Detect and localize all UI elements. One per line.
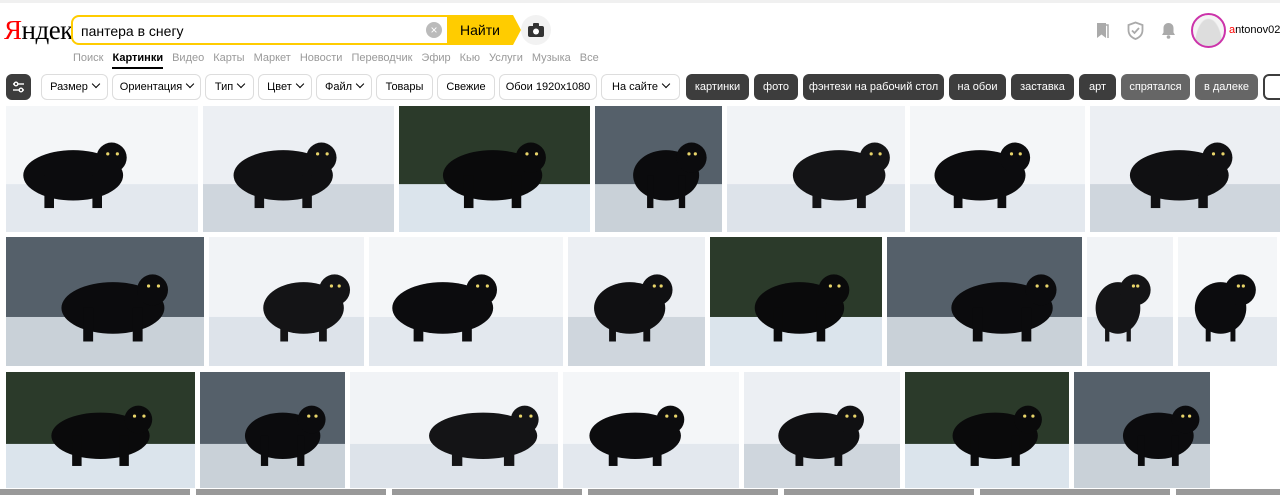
username-rest: ntonov021 — [1235, 24, 1280, 36]
file-filter[interactable]: Файл — [316, 74, 372, 100]
tag-chip[interactable]: картинки — [686, 74, 749, 100]
username: antonov021 — [1229, 24, 1280, 36]
service-link[interactable]: Эфир — [421, 51, 450, 69]
image-result[interactable] — [905, 372, 1069, 488]
chevron-down-icon — [185, 79, 195, 89]
image-search-button[interactable] — [521, 15, 551, 45]
user-menu[interactable]: antonov021 — [1190, 13, 1280, 49]
service-link[interactable]: Новости — [300, 51, 343, 69]
image-result[interactable] — [6, 237, 204, 366]
color-filter[interactable]: Цвет — [258, 74, 312, 100]
filter-settings-button[interactable] — [6, 74, 31, 100]
tag-chip[interactable]: арт — [1079, 74, 1116, 100]
size-filter[interactable]: Размер — [41, 74, 108, 100]
image-result[interactable] — [1087, 237, 1173, 366]
site-filter[interactable]: На сайте — [601, 74, 680, 100]
more-tags-button[interactable] — [1263, 74, 1280, 100]
image-results-grid — [0, 104, 1280, 495]
service-link[interactable]: Услуги — [489, 51, 523, 69]
image-result[interactable] — [727, 106, 905, 232]
image-result[interactable] — [595, 106, 722, 232]
chevron-down-icon — [661, 79, 671, 89]
image-result[interactable] — [209, 237, 364, 366]
orientation-filter[interactable]: Ориентация — [112, 74, 201, 100]
image-result[interactable] — [350, 372, 558, 488]
image-result[interactable] — [568, 237, 705, 366]
size-filter-label: Размер — [50, 81, 88, 93]
image-result[interactable] — [1074, 372, 1210, 488]
image-result[interactable] — [910, 106, 1085, 232]
services-nav: Поиск Картинки Видео Карты Маркет Новости Пере… — [73, 51, 599, 69]
chevron-down-icon — [295, 79, 305, 89]
type-filter-label: Тип — [214, 81, 234, 93]
tag-chip[interactable]: фэнтези на рабочий стол — [803, 74, 944, 100]
search-button[interactable]: Найти — [447, 15, 521, 45]
image-result[interactable] — [1178, 237, 1277, 366]
image-result[interactable] — [6, 372, 195, 488]
image-result[interactable] — [399, 106, 590, 232]
search-input[interactable] — [81, 22, 421, 40]
goods-filter-button[interactable]: Товары — [376, 74, 433, 100]
service-link[interactable]: Видео — [172, 51, 204, 69]
image-result[interactable] — [369, 237, 563, 366]
image-result[interactable] — [710, 237, 882, 366]
fresh-filter-button[interactable]: Свежие — [437, 74, 495, 100]
filters-bar: Размер Ориентация Тип Цвет Файл Товары С… — [0, 72, 1280, 102]
service-link[interactable]: Кью — [460, 51, 480, 69]
service-link[interactable]: Переводчик — [351, 51, 412, 69]
tag-chip[interactable]: спрятался — [1121, 74, 1190, 100]
clear-search-button[interactable]: × — [426, 22, 442, 38]
image-result[interactable] — [200, 372, 345, 488]
service-link[interactable]: Маркет — [254, 51, 291, 69]
tag-chip[interactable]: заставка — [1011, 74, 1074, 100]
file-filter-label: Файл — [324, 81, 353, 93]
image-result[interactable] — [563, 372, 739, 488]
avatar — [1191, 13, 1226, 48]
chevron-down-icon — [91, 79, 101, 89]
service-link[interactable]: Все — [580, 51, 599, 69]
chevron-down-icon — [236, 79, 246, 89]
wallpapers-filter-button[interactable]: Обои 1920x1080 — [499, 74, 597, 100]
top-bar: Яндекс × Найти ПоискКартинкиВидеоКартыМа… — [0, 0, 1280, 70]
type-filter[interactable]: Тип — [205, 74, 254, 100]
color-filter-label: Цвет — [267, 81, 292, 93]
tag-chip[interactable]: в далеке — [1195, 74, 1258, 100]
next-row-preview — [0, 489, 1280, 495]
image-result[interactable] — [887, 237, 1082, 366]
tag-chip[interactable]: фото — [754, 74, 798, 100]
bookmark-icon[interactable] — [1093, 21, 1112, 40]
image-result[interactable] — [1090, 106, 1280, 232]
sliders-icon — [13, 81, 24, 93]
chevron-down-icon — [355, 79, 365, 89]
tag-chip[interactable]: на обои — [949, 74, 1006, 100]
orientation-filter-label: Ориентация — [119, 81, 183, 93]
service-link[interactable]: Картинки — [112, 51, 164, 69]
service-link[interactable]: Поиск — [73, 51, 103, 69]
camera-icon — [528, 23, 544, 37]
logo-first-letter: Я — [4, 15, 22, 45]
image-result[interactable] — [203, 106, 394, 232]
shield-icon[interactable] — [1126, 21, 1145, 40]
site-filter-label: На сайте — [612, 81, 658, 93]
image-result[interactable] — [744, 372, 900, 488]
service-link[interactable]: Музыка — [532, 51, 571, 69]
header-icons — [1093, 21, 1178, 40]
image-result[interactable] — [6, 106, 198, 232]
bell-icon[interactable] — [1159, 21, 1178, 40]
service-link[interactable]: Карты — [213, 51, 244, 69]
search-box: × Найти — [71, 15, 521, 45]
